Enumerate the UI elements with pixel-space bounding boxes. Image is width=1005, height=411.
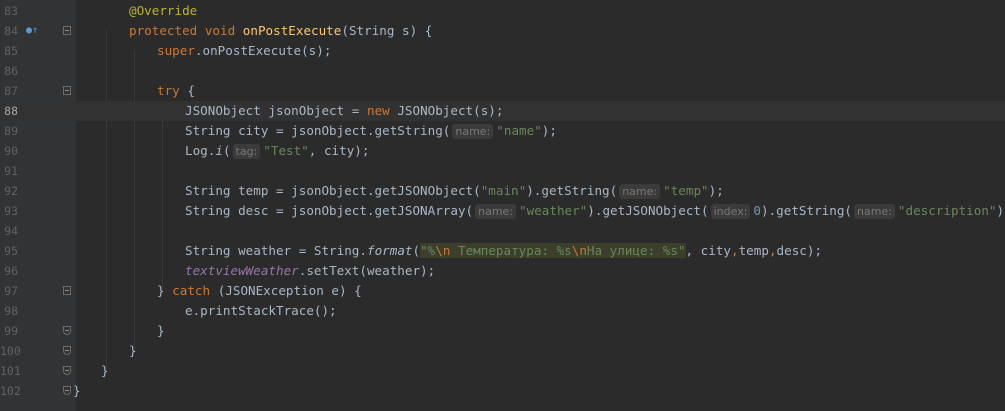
line-content: super.onPostExecute(s); (157, 43, 332, 58)
line-content: e.printStackTrace(); (185, 303, 337, 318)
code-line[interactable]: 100 } (0, 341, 1005, 361)
fold-marker[interactable] (63, 346, 71, 355)
code-line[interactable]: 95 String weather = String.format("%\n Т… (0, 241, 1005, 261)
code-line[interactable]: 89 String city = jsonObject.getString(na… (0, 121, 1005, 141)
code-line[interactable]: 102 } (0, 381, 1005, 401)
fold-marker[interactable] (63, 366, 71, 375)
line-number: 98 (4, 304, 18, 318)
parameter-hint: name: (475, 204, 517, 219)
line-number: 88 (4, 104, 18, 118)
code-line[interactable]: 86 (0, 61, 1005, 81)
line-content: } (101, 363, 109, 378)
line-content: try { (157, 83, 195, 98)
line-content: JSONObject jsonObject = new JSONObject(s… (185, 103, 504, 118)
format-string: "%\n Температура: %s\nНа улице: %s" (420, 243, 686, 258)
line-number: 84 (4, 24, 18, 38)
code-line[interactable]: 92 String temp = jsonObject.getJSONObjec… (0, 181, 1005, 201)
fold-marker[interactable] (63, 386, 71, 395)
line-content: } catch (JSONException e) { (157, 283, 362, 298)
fold-marker[interactable] (63, 326, 71, 335)
line-number: 99 (4, 324, 18, 338)
code-line[interactable]: 91 (0, 161, 1005, 181)
parameter-hint: name: (619, 184, 661, 199)
line-content: String desc = jsonObject.getJSONArray(na… (185, 203, 1005, 219)
line-content: Log.i(tag: "Test", city); (185, 143, 370, 159)
line-content: @Override (129, 3, 198, 18)
code-line[interactable]: 98 e.printStackTrace(); (0, 301, 1005, 321)
parameter-hint: tag: (232, 144, 261, 159)
code-line[interactable]: 97 } catch (JSONException e) { (0, 281, 1005, 301)
line-content: protected void onPostExecute(String s) { (129, 23, 433, 38)
fold-marker[interactable] (63, 286, 71, 295)
line-number: 97 (4, 284, 18, 298)
line-number: 94 (4, 224, 18, 238)
code-line[interactable]: 83 @Override (0, 1, 1005, 21)
code-line[interactable]: 99 } (0, 321, 1005, 341)
parameter-hint: name: (452, 124, 494, 139)
line-number: 92 (4, 184, 18, 198)
line-content: } (129, 343, 137, 358)
code-line-current[interactable]: 88 JSONObject jsonObject = new JSONObjec… (0, 101, 1005, 121)
line-number: 83 (4, 4, 18, 18)
line-number: 86 (4, 64, 18, 78)
fold-marker[interactable] (63, 26, 71, 35)
parameter-hint: index: (710, 204, 751, 219)
line-content: } (73, 383, 81, 398)
code-line[interactable]: 85 super.onPostExecute(s); (0, 41, 1005, 61)
line-number: 102 (0, 384, 21, 398)
line-content: String weather = String.format("%\n Темп… (185, 243, 823, 258)
parameter-hint: name: (854, 204, 895, 219)
line-content: String temp = jsonObject.getJSONObject("… (185, 183, 724, 199)
code-line[interactable]: 90 Log.i(tag: "Test", city); (0, 141, 1005, 161)
fold-marker[interactable] (63, 86, 71, 95)
line-number: 89 (4, 124, 18, 138)
line-number: 101 (0, 364, 21, 378)
line-number: 91 (4, 164, 18, 178)
code-line[interactable]: 101 } (0, 361, 1005, 381)
line-number: 87 (4, 84, 18, 98)
line-number: 95 (4, 244, 18, 258)
code-line[interactable]: 84 ●↑ protected void onPostExecute(Strin… (0, 21, 1005, 41)
code-editor[interactable]: 83 @Override 84 ●↑ protected void onPost… (0, 0, 1005, 411)
line-number: 90 (4, 144, 18, 158)
override-method-icon[interactable]: ●↑ (26, 26, 38, 36)
line-number: 96 (4, 264, 18, 278)
line-number: 93 (4, 204, 18, 218)
line-content: } (157, 323, 165, 338)
line-number: 85 (4, 44, 18, 58)
code-line[interactable]: 93 String desc = jsonObject.getJSONArray… (0, 201, 1005, 221)
line-content: textviewWeather.setText(weather); (185, 263, 436, 278)
line-content: String city = jsonObject.getString(name:… (185, 123, 557, 139)
line-number: 100 (0, 344, 21, 358)
code-line[interactable]: 87 try { (0, 81, 1005, 101)
code-line[interactable]: 96 textviewWeather.setText(weather); (0, 261, 1005, 281)
code-line[interactable]: 94 (0, 221, 1005, 241)
